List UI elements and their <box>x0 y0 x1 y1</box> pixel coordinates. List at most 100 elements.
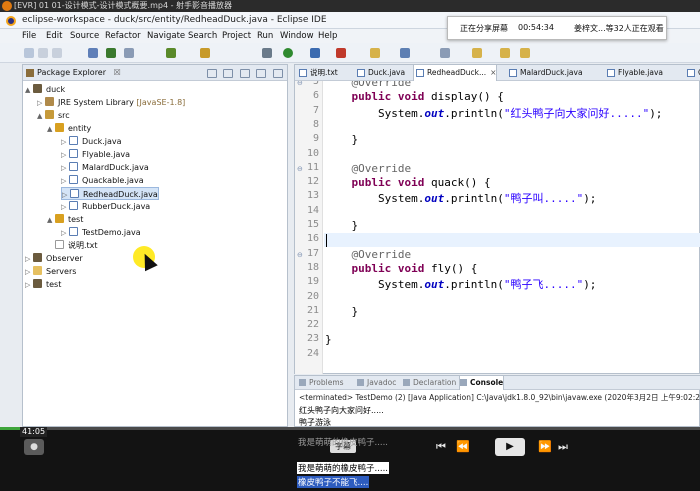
java-perspective-icon[interactable] <box>106 48 116 58</box>
run-icon[interactable] <box>283 48 293 58</box>
tree-item[interactable]: ▷ Servers <box>25 265 76 278</box>
build-icon[interactable] <box>124 48 134 58</box>
code-line: } <box>325 304 359 318</box>
editor-tab[interactable]: Q <box>685 65 700 81</box>
debug-icon[interactable] <box>310 48 320 58</box>
menu-window[interactable]: Window <box>280 31 314 41</box>
tree-item[interactable]: ▷ Observer <box>25 252 83 265</box>
line-number: 14 <box>306 204 319 216</box>
terminal-icon[interactable] <box>88 48 98 58</box>
tree-item-label: RedheadDuck.java <box>83 190 158 199</box>
editor-tab[interactable]: Duck.java <box>355 65 405 81</box>
close-tab-icon[interactable]: × <box>490 68 496 77</box>
console-tabs: Problems Javadoc Declaration Console <box>295 376 700 390</box>
menu-run[interactable]: Run <box>257 31 273 41</box>
tree-item[interactable]: ▲ test <box>47 213 83 226</box>
txt-icon <box>55 240 64 249</box>
external-tools-icon[interactable] <box>336 48 346 58</box>
line-number: 9 <box>312 133 319 145</box>
tree-item[interactable]: ▷ JRE System Library [JavaSE-1.8] <box>37 96 185 109</box>
line-number: 22 <box>306 319 319 331</box>
fold-toggle-icon[interactable]: ⊖ <box>297 81 303 87</box>
tree-item[interactable]: ▷ test <box>25 278 61 291</box>
menu-project[interactable]: Project <box>222 31 251 41</box>
menu-file[interactable]: File <box>22 31 36 41</box>
share-viewers: 姜梓文...等32人正在观看 <box>574 24 664 33</box>
menu-source[interactable]: Source <box>70 31 99 41</box>
tree-item[interactable]: ▷ Flyable.java <box>61 148 130 161</box>
editor-tab[interactable]: RedheadDuck... × <box>413 65 498 81</box>
save-icon[interactable] <box>38 48 48 58</box>
expanded-arrow-icon[interactable]: ▲ <box>47 123 55 136</box>
menu-refactor[interactable]: Refactor <box>105 31 141 41</box>
code-line: } <box>325 133 359 147</box>
breakpoint-icon[interactable] <box>200 48 210 58</box>
console-tab-label: Problems <box>309 378 344 387</box>
line-number: 24 <box>306 347 319 359</box>
tree-item[interactable]: ▷ TestDemo.java <box>61 226 141 239</box>
current-line-highlight <box>324 233 700 248</box>
console-tab-label: Declaration <box>413 378 457 387</box>
tree-item[interactable]: ▲ entity <box>47 122 91 135</box>
tree-item[interactable]: ▷ MalardDuck.java <box>61 161 149 174</box>
progress-bar[interactable] <box>0 427 700 430</box>
fold-toggle-icon[interactable]: ⊖ <box>297 251 303 259</box>
tree-item[interactable]: ▷ RubberDuck.java <box>61 200 150 213</box>
tree-item[interactable]: ▷ RedheadDuck.java <box>61 187 159 200</box>
fast-forward-icon[interactable]: ⏩ <box>538 439 552 455</box>
code-line: @Override <box>351 161 412 175</box>
maximize-icon[interactable] <box>273 69 283 78</box>
new-package-icon[interactable] <box>370 48 380 58</box>
lib-icon <box>45 97 54 106</box>
tree-item[interactable]: ▲ duck <box>25 83 65 96</box>
menu-navigate[interactable]: Navigate <box>147 31 185 41</box>
rewind-icon[interactable]: ⏪ <box>456 439 470 455</box>
collapse-all-icon[interactable] <box>206 69 217 78</box>
avatar[interactable]: ● <box>24 439 44 455</box>
close-icon[interactable]: ☒ <box>114 68 121 77</box>
java-file-icon <box>509 69 517 77</box>
tree-item[interactable]: ▲ src <box>37 109 70 122</box>
new-icon[interactable] <box>24 48 34 58</box>
next-icon[interactable]: ⏭ <box>558 439 568 455</box>
minimize-icon[interactable] <box>256 69 267 78</box>
expanded-arrow-icon[interactable]: ▲ <box>37 110 45 123</box>
expanded-arrow-icon[interactable]: ▲ <box>25 84 33 97</box>
view-icon <box>357 379 364 386</box>
fold-toggle-icon[interactable]: ⊖ <box>297 165 303 173</box>
editor-tab[interactable]: MalardDuck.java <box>507 65 583 81</box>
console-tab[interactable]: Problems <box>299 376 344 390</box>
link-editor-icon[interactable] <box>223 69 234 78</box>
package-explorer-header: Package Explorer ☒ <box>23 65 287 81</box>
console-tab[interactable]: Javadoc <box>357 376 396 390</box>
editor-tab[interactable]: Flyable.java <box>605 65 663 81</box>
console-tab[interactable]: Declaration <box>403 376 456 390</box>
menu-search[interactable]: Search <box>188 31 217 41</box>
next-annotation-icon[interactable] <box>472 48 482 58</box>
open-type-icon[interactable] <box>400 48 410 58</box>
code-editor: 说明.txt Duck.java RedheadDuck... × MalardDuck… <box>294 64 700 374</box>
previous-icon[interactable]: ⏮ <box>436 439 446 455</box>
tree-item[interactable]: ▷ Quackable.java <box>61 174 144 187</box>
code-area[interactable]: 5 ⊖ @Override 6 public void display() {7 S… <box>295 81 700 374</box>
view-menu-icon[interactable] <box>239 69 250 78</box>
forward-icon[interactable] <box>520 48 530 58</box>
code-line: public void quack() { <box>351 176 491 190</box>
console-tab[interactable]: Console <box>459 376 505 390</box>
save-all-icon[interactable] <box>52 48 62 58</box>
collapsed-arrow-icon[interactable]: ▷ <box>25 279 33 292</box>
screen-share-banner: 正在分享屏幕 00:54:34 姜梓文...等32人正在观看 <box>447 16 667 40</box>
debug-settings-icon[interactable] <box>262 48 272 58</box>
step-icon[interactable] <box>166 48 176 58</box>
tree-item[interactable]: ▷ Duck.java <box>61 135 122 148</box>
editor-tab[interactable]: 说明.txt <box>297 65 338 81</box>
back-icon[interactable] <box>500 48 510 58</box>
menu-help[interactable]: Help <box>318 31 337 41</box>
tree-item[interactable]: 说明.txt <box>47 239 98 252</box>
menu-edit[interactable]: Edit <box>46 31 62 41</box>
expanded-arrow-icon[interactable]: ▲ <box>47 214 55 227</box>
console-status: <terminated> TestDemo (2) [Java Applicat… <box>299 393 700 402</box>
search-icon[interactable] <box>440 48 450 58</box>
play-button[interactable]: ▶ <box>495 438 525 456</box>
time-code: 41:05 <box>20 427 48 437</box>
